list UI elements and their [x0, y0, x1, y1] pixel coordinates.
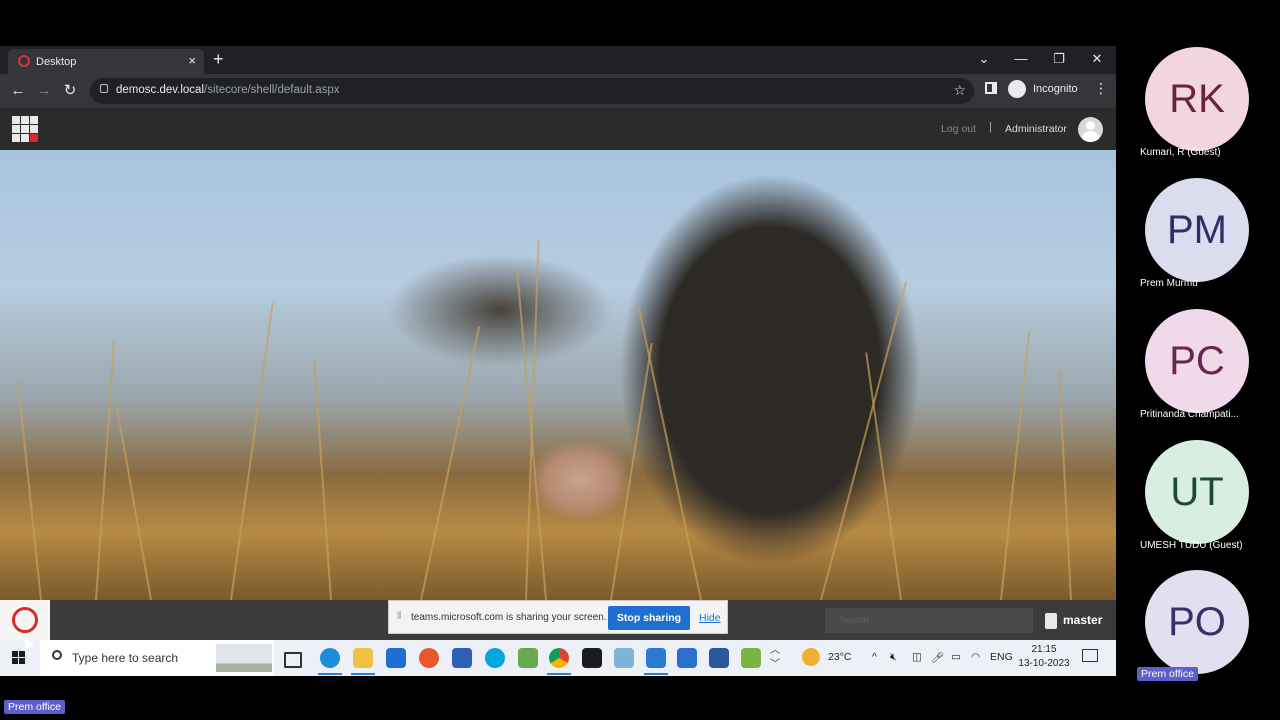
drag-grip-icon[interactable]: ⦀ [397, 611, 401, 622]
search-highlight-image [216, 644, 272, 672]
launchpad-grid-icon[interactable] [12, 116, 39, 143]
sitecore-header: Log out | Administrator [0, 108, 1116, 150]
screen-owner-tag: Prem office [4, 700, 65, 714]
input-language[interactable]: ENG [990, 651, 1013, 663]
address-bar[interactable]: demosc.dev.local/sitecore/shell/default.… [90, 78, 974, 104]
close-window-button[interactable]: ✕ [1083, 48, 1111, 70]
tab-title: Desktop [36, 56, 77, 68]
reload-icon[interactable]: ↻ [60, 81, 80, 101]
participant-name: Kumari, R (Guest) [1140, 147, 1221, 158]
tab-search-icon[interactable]: ⌄ [970, 48, 998, 70]
user-name[interactable]: Administrator [1005, 123, 1067, 135]
participant-tile[interactable]: RK Kumari, R (Guest) [1140, 47, 1275, 172]
participant-name: UMESH TUDU (Guest) [1140, 540, 1243, 551]
windows-taskbar: Type here to search ︿ ﹀ 23°C ^ 🔇︎ ◫ 🎤︎ ▭ … [0, 640, 1116, 676]
vscode-icon[interactable] [646, 648, 666, 668]
participant-name: Pritinanda Champati... [1140, 409, 1239, 420]
notifications-icon[interactable] [1082, 649, 1098, 662]
edge-active-indicator [318, 673, 342, 675]
minimize-button[interactable]: — [1007, 48, 1035, 70]
participant-avatar: PC [1145, 309, 1249, 413]
edge-icon[interactable] [320, 648, 340, 668]
battery-icon[interactable]: ▭ [951, 651, 961, 663]
store-icon[interactable] [452, 648, 472, 668]
browser-window: Desktop × + ⌄ — ❐ ✕ ← → ↻ demosc.dev.loc… [0, 46, 1116, 676]
maps-icon[interactable] [518, 648, 538, 668]
task-view-icon[interactable] [284, 652, 302, 668]
stop-sharing-button[interactable]: Stop sharing [608, 606, 690, 630]
tab-bar: Desktop × + ⌄ — ❐ ✕ [0, 46, 1116, 74]
taskbar-search-placeholder: Type here to search [72, 651, 179, 665]
mute-icon[interactable]: 🔇︎ [890, 651, 897, 664]
microphone-icon[interactable]: 🎤︎ [931, 651, 944, 664]
terminal-icon[interactable] [582, 648, 602, 668]
participant-avatar: PM [1145, 178, 1249, 282]
word-icon[interactable] [709, 648, 729, 668]
taskbar-search-box[interactable]: Type here to search [40, 640, 274, 676]
file-explorer-icon[interactable] [353, 648, 373, 668]
side-panel-icon[interactable] [985, 82, 997, 94]
screen-share-bar: ⦀ teams.microsoft.com is sharing your sc… [388, 600, 728, 634]
windows-start-icon[interactable] [12, 651, 26, 665]
weather-icon[interactable] [802, 648, 820, 666]
presenter-name-tag: Prem office [1137, 667, 1198, 681]
database-icon [1045, 613, 1057, 629]
mail-icon[interactable] [386, 648, 406, 668]
url-text: demosc.dev.local/sitecore/shell/default.… [116, 84, 340, 96]
participant-avatar: PO [1145, 570, 1249, 674]
firefox-icon[interactable] [419, 648, 439, 668]
sitecore-start-button[interactable] [0, 600, 50, 640]
clock-time: 21:15 [1031, 644, 1057, 655]
desktop-wallpaper [0, 150, 1116, 600]
vscode-active-indicator [644, 673, 668, 675]
taskbar-clock[interactable]: 21:15 13-10-2023 [1018, 643, 1070, 671]
share-message: teams.microsoft.com is sharing your scre… [411, 612, 607, 623]
close-tab-icon[interactable]: × [188, 53, 196, 68]
powershell-icon[interactable] [677, 648, 697, 668]
sitecore-search-placeholder: Search [840, 615, 869, 625]
participant-tile[interactable]: UT UMESH TUDU (Guest) [1140, 440, 1275, 565]
app-icon[interactable] [614, 648, 634, 668]
participant-tile[interactable]: PC Pritinanda Champati... [1140, 309, 1275, 434]
clock-date: 13-10-2023 [1018, 658, 1070, 669]
participant-name: Prem Murmu [1140, 278, 1198, 289]
logout-link[interactable]: Log out [941, 123, 976, 135]
participant-avatar: RK [1145, 47, 1249, 151]
lock-icon [100, 84, 108, 93]
participant-tile[interactable]: PM Prem Murmu [1140, 178, 1275, 303]
scroll-arrows-icon[interactable]: ︿ ﹀ [770, 644, 782, 672]
show-hidden-icons-icon[interactable]: ^ [872, 651, 877, 663]
sitecore-favicon-icon [18, 55, 30, 67]
incognito-icon [1008, 80, 1026, 98]
browser-toolbar: ← → ↻ demosc.dev.local/sitecore/shell/de… [0, 74, 1116, 108]
incognito-label: Incognito [1033, 83, 1078, 95]
battery-saver-icon[interactable]: ◫ [912, 651, 922, 663]
chrome-active-indicator [547, 673, 571, 675]
restore-button[interactable]: ❐ [1045, 48, 1073, 70]
participant-avatar: UT [1145, 440, 1249, 544]
wifi-icon[interactable]: ◠ [971, 651, 980, 663]
database-label[interactable]: master [1063, 613, 1102, 627]
explorer-active-indicator [351, 673, 375, 675]
user-avatar[interactable] [1078, 117, 1103, 142]
weather-temperature[interactable]: 23°C [828, 651, 851, 663]
chrome-icon[interactable] [549, 648, 569, 668]
forward-arrow-icon[interactable]: → [34, 81, 54, 101]
search-icon [52, 650, 62, 660]
tab-desktop[interactable]: Desktop × [8, 49, 204, 74]
sitecore-logo-icon [12, 607, 38, 633]
header-separator: | [989, 121, 992, 133]
skype-icon[interactable] [485, 648, 505, 668]
notepad-icon[interactable] [741, 648, 761, 668]
menu-kebab-icon[interactable]: ⋮ [1094, 80, 1108, 97]
hide-link[interactable]: Hide [699, 612, 721, 624]
bookmark-star-icon[interactable]: ☆ [953, 82, 966, 99]
new-tab-button[interactable]: + [213, 49, 224, 70]
back-arrow-icon[interactable]: ← [8, 81, 28, 101]
